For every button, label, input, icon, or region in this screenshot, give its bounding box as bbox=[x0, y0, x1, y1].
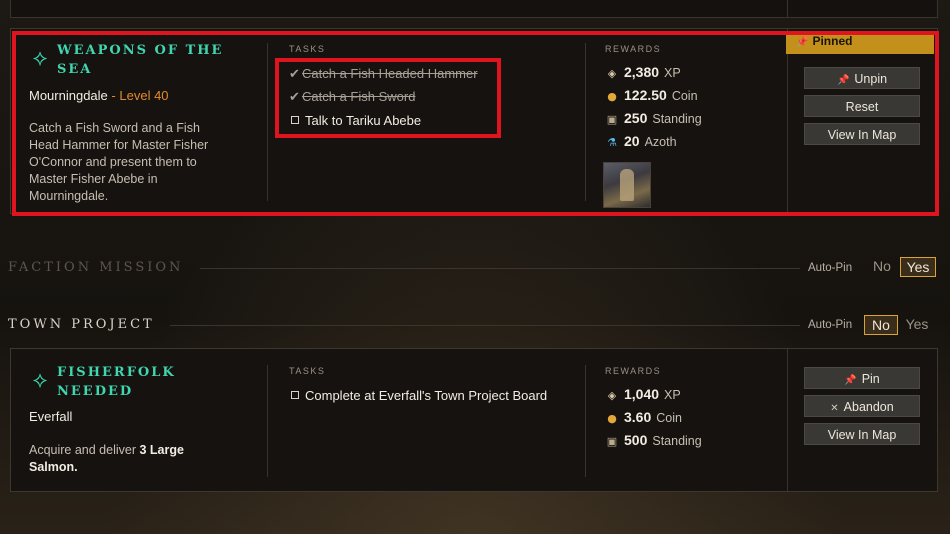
pinned-badge: 📌 Pinned bbox=[786, 32, 934, 54]
quest-level: Level 40 bbox=[119, 88, 169, 103]
pinned-label: Pinned bbox=[812, 34, 853, 48]
xp-icon: ◈ bbox=[607, 389, 617, 402]
task-label: Talk to Tariku Abebe bbox=[305, 113, 422, 128]
section-divider bbox=[200, 268, 800, 269]
reward-value: 500 bbox=[624, 432, 648, 448]
reward-coin: ● 3.60 Coin bbox=[605, 409, 682, 425]
checkbox-icon bbox=[291, 116, 299, 124]
checkmark-icon: ✔ bbox=[289, 67, 300, 82]
autopin-label: Auto-Pin bbox=[808, 262, 853, 274]
reward-unit: Coin bbox=[671, 89, 698, 103]
button-label: View In Map bbox=[827, 428, 897, 442]
reward-value: 1,040 bbox=[624, 386, 660, 402]
previous-quest-card bbox=[10, 0, 938, 18]
card-divider bbox=[787, 0, 788, 17]
task-label: Catch a Fish Headed Hammer bbox=[302, 66, 478, 81]
tasks-header: TASKS bbox=[289, 44, 326, 54]
view-in-map-button[interactable]: View In Map bbox=[804, 123, 920, 145]
rewards-header: REWARDS bbox=[605, 44, 662, 54]
section-title-town-project: Town Project bbox=[8, 317, 155, 332]
reward-unit: Azoth bbox=[644, 135, 677, 149]
autopin-no-toggle[interactable]: No bbox=[864, 257, 900, 277]
reward-azoth: ⚗ 20 Azoth bbox=[605, 133, 677, 149]
location-separator: - bbox=[111, 88, 116, 103]
xp-icon: ◈ bbox=[607, 67, 617, 80]
pin-button[interactable]: 📌 Pin bbox=[804, 367, 920, 389]
section-title-faction-mission: Faction Mission bbox=[8, 260, 184, 275]
button-label: Unpin bbox=[854, 72, 888, 86]
location-name: Mourningdale bbox=[29, 88, 108, 103]
task-label: Complete at Everfall's Town Project Boar… bbox=[305, 388, 548, 403]
column-divider bbox=[787, 29, 788, 213]
reward-unit: XP bbox=[664, 66, 681, 80]
autopin-label: Auto-Pin bbox=[808, 319, 853, 331]
reward-xp: ◈ 1,040 XP bbox=[605, 386, 681, 402]
reward-item-thumbnail[interactable] bbox=[603, 162, 651, 208]
column-divider bbox=[585, 365, 586, 477]
autopin-yes-toggle[interactable]: Yes bbox=[898, 315, 936, 335]
standing-icon: ▣ bbox=[606, 435, 618, 448]
button-label: Reset bbox=[845, 100, 879, 114]
reward-standing: ▣ 500 Standing bbox=[605, 432, 702, 448]
column-divider bbox=[267, 365, 268, 477]
column-divider bbox=[787, 349, 788, 491]
standing-icon: ▣ bbox=[606, 113, 618, 126]
column-divider bbox=[267, 43, 268, 201]
coin-icon: ● bbox=[607, 90, 617, 103]
pin-icon: 📌 bbox=[844, 375, 857, 386]
task-item: Talk to Tariku Abebe bbox=[291, 113, 421, 128]
rewards-header: REWARDS bbox=[605, 366, 662, 376]
quest-description: Acquire and deliver 3 Large Salmon. bbox=[29, 442, 204, 476]
quest-location: Everfall bbox=[29, 409, 73, 424]
reward-unit: Standing bbox=[652, 112, 702, 126]
azoth-icon: ⚗ bbox=[607, 136, 617, 149]
pin-icon: 📌 bbox=[836, 75, 850, 86]
checkmark-icon: ✔ bbox=[289, 90, 300, 105]
reward-value: 2,380 bbox=[624, 64, 660, 80]
quest-diamond-icon: ⟡ bbox=[32, 46, 48, 71]
column-divider bbox=[585, 43, 586, 201]
reset-button[interactable]: Reset bbox=[804, 95, 920, 117]
reward-value: 250 bbox=[624, 110, 648, 126]
button-label: Abandon bbox=[843, 400, 894, 414]
abandon-button[interactable]: ✕ Abandon bbox=[804, 395, 920, 417]
reward-unit: Standing bbox=[652, 434, 702, 448]
description-text: Acquire and deliver bbox=[29, 443, 140, 457]
reward-unit: Coin bbox=[656, 411, 682, 425]
autopin-yes-toggle[interactable]: Yes bbox=[900, 257, 936, 277]
task-label: Catch a Fish Sword bbox=[302, 89, 416, 104]
button-label: View In Map bbox=[827, 128, 897, 142]
quest-title: Weapons of the Sea bbox=[57, 43, 224, 77]
reward-value: 20 bbox=[624, 133, 640, 149]
unpin-button[interactable]: 📌 Unpin bbox=[804, 67, 920, 89]
coin-icon: ● bbox=[607, 412, 617, 425]
reward-value: 3.60 bbox=[624, 409, 652, 425]
quest-description: Catch a Fish Sword and a Fish Head Hamme… bbox=[29, 121, 209, 203]
quest-location: Mourningdale - Level 40 bbox=[29, 88, 169, 103]
section-divider bbox=[170, 325, 800, 326]
reward-standing: ▣ 250 Standing bbox=[605, 110, 702, 126]
reward-xp: ◈ 2,380 XP bbox=[605, 64, 681, 80]
task-item: Complete at Everfall's Town Project Boar… bbox=[291, 388, 547, 403]
quest-diamond-icon: ⟡ bbox=[32, 368, 48, 393]
reward-unit: XP bbox=[664, 388, 681, 402]
checkbox-icon bbox=[291, 391, 299, 399]
tasks-header: TASKS bbox=[289, 366, 326, 376]
task-item: ✔ Catch a Fish Sword bbox=[289, 89, 415, 105]
task-item: ✔ Catch a Fish Headed Hammer bbox=[289, 66, 478, 82]
close-icon: ✕ bbox=[830, 403, 839, 414]
item-figure bbox=[620, 169, 634, 201]
reward-value: 122.50 bbox=[624, 87, 667, 103]
pin-icon: 📌 bbox=[796, 37, 809, 48]
reward-coin: ● 122.50 Coin bbox=[605, 87, 698, 103]
autopin-no-toggle[interactable]: No bbox=[864, 315, 898, 335]
quest-title: Fisherfolk Needed bbox=[57, 365, 176, 399]
view-in-map-button[interactable]: View In Map bbox=[804, 423, 920, 445]
button-label: Pin bbox=[861, 372, 880, 386]
